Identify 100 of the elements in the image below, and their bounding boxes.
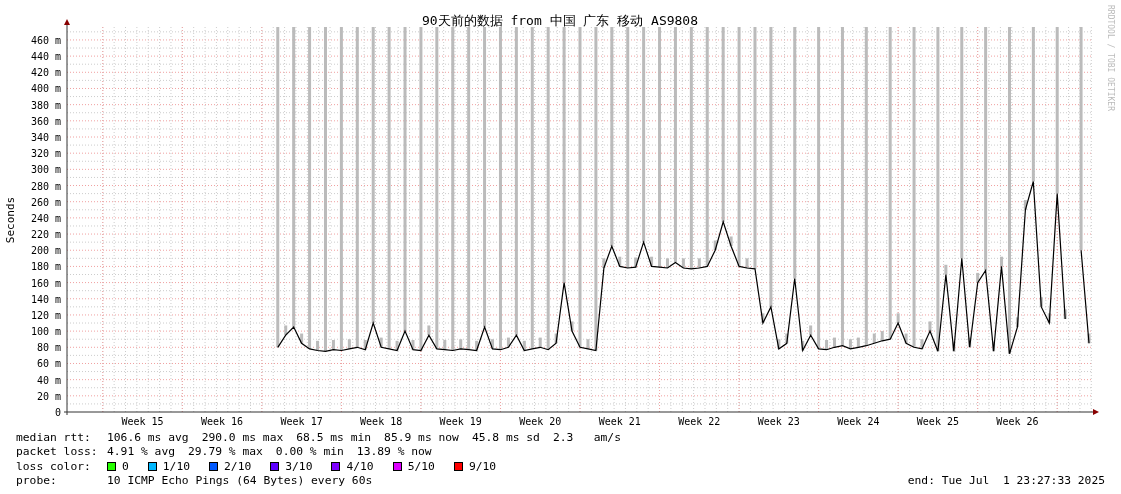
x-tick-label: Week 17 <box>280 416 323 427</box>
y-tick-label: 140 m <box>30 293 61 305</box>
x-tick-label: Week 24 <box>837 416 880 427</box>
smoke-bar <box>856 337 860 348</box>
smoke-bar <box>554 333 558 344</box>
y-tick-label: 420 m <box>30 67 61 79</box>
smoke-bar <box>1087 333 1091 344</box>
y-tick-label: 200 m <box>30 245 61 257</box>
swatch-label: 0 <box>122 459 129 474</box>
smoke-bar <box>284 325 288 336</box>
smoke-bar <box>666 258 669 269</box>
x-tick-label: Week 21 <box>598 416 641 427</box>
y-tick-label: 340 m <box>30 132 61 143</box>
smoke-bar <box>848 339 852 349</box>
smoke-bar <box>522 340 526 351</box>
stat-value: 106.6 ms avg <box>107 431 189 446</box>
smoke-bar <box>904 333 908 344</box>
legend-label: loss color: <box>16 459 92 474</box>
x-tick-label: Week 16 <box>201 416 244 427</box>
smoke-bar <box>395 340 399 351</box>
x-tick-label: Week 22 <box>678 416 721 427</box>
y-tick-label: 160 m <box>30 277 61 289</box>
y-tick-label: 380 m <box>30 99 61 111</box>
stat-value: 13.89 % now <box>356 445 432 460</box>
y-tick-label: 440 m <box>30 51 61 63</box>
y-tick-label: 60 m <box>36 358 61 370</box>
smoke-bar <box>538 337 542 348</box>
smoke-bar <box>1023 200 1027 210</box>
smoke-bar <box>650 256 654 267</box>
watermark-text: RRDTOOL / TOBI OETIKER <box>1106 5 1115 111</box>
smoke-bar <box>506 337 510 348</box>
x-tick-label: Week 20 <box>519 416 562 427</box>
y-tick-label: 460 m <box>30 34 61 46</box>
smoke-bar <box>586 339 590 349</box>
legend-label: packet loss: <box>16 445 94 460</box>
smoke-bar <box>928 321 932 332</box>
x-tick-label: Week 19 <box>439 416 482 427</box>
y-tick-label: 220 m <box>30 229 61 241</box>
smoke-bar <box>920 339 924 349</box>
stat-value: 290.0 ms max <box>201 431 284 446</box>
x-tick-label: Week 26 <box>996 416 1039 427</box>
smoke-bar <box>300 333 304 344</box>
smoke-bar <box>745 258 749 269</box>
x-tick-label: Week 15 <box>121 416 164 427</box>
smoke-bar <box>363 340 367 350</box>
stat-value: 68.5 ms min <box>296 431 372 446</box>
chart-title: 90天前的数据 from 中国 广东 移动 AS9808 <box>421 13 699 28</box>
y-tick-label: 280 m <box>30 180 61 192</box>
smoke-bar <box>761 313 765 324</box>
swatch-label: 2/10 <box>224 459 252 474</box>
y-tick-label: 0 <box>54 407 61 418</box>
smoke-bar <box>785 333 789 344</box>
smoke-bar <box>976 272 980 283</box>
smoke-bar <box>992 341 996 352</box>
swatch-label: 9/10 <box>468 459 497 474</box>
smoke-bar <box>459 339 463 349</box>
smoke-bar <box>570 321 574 332</box>
smoke-bar <box>443 340 447 350</box>
smoke-bar <box>809 325 813 336</box>
smoke-bar <box>729 236 733 247</box>
smoke-bar <box>491 339 494 349</box>
y-tick-label: 400 m <box>30 83 61 95</box>
smoke-bar <box>331 340 335 350</box>
smoke-bar <box>825 340 829 350</box>
smoke-bar <box>618 256 622 267</box>
smoke-bar <box>634 257 638 268</box>
smoke-bar <box>379 337 383 348</box>
stat-value: 4.91 % avg <box>107 445 175 460</box>
stat-value: 85.9 ms now <box>384 431 459 446</box>
legend-label: probe: <box>16 473 58 489</box>
probe-description: 10 ICMP Echo Pings (64 Bytes) every 60s <box>107 473 373 489</box>
stat-value: 45.8 ms sd <box>471 431 540 446</box>
smoke-bar <box>411 340 415 350</box>
smoke-bar <box>880 331 884 341</box>
smoke-bar <box>713 240 717 251</box>
smoke-bar <box>872 333 876 344</box>
legend-label: median rtt: <box>16 431 92 446</box>
smoke-bar <box>347 339 351 349</box>
smoke-bar <box>1063 309 1067 319</box>
smoke-bar <box>602 258 606 269</box>
y-axis-title: Seconds <box>4 196 17 244</box>
smoke-bar <box>316 340 320 351</box>
smoke-bar <box>801 340 805 351</box>
y-tick-label: 40 m <box>36 374 61 386</box>
smoke-bar <box>833 337 836 348</box>
y-tick-label: 120 m <box>30 309 61 321</box>
y-tick-label: 300 m <box>30 164 61 176</box>
smoke-bar <box>1000 256 1004 267</box>
end-time: end: Tue Jul 1 23:27:33 2025 <box>907 473 1105 489</box>
smoke-bar <box>896 313 900 324</box>
y-tick-label: 260 m <box>30 196 61 208</box>
x-tick-label: Week 25 <box>916 416 959 427</box>
smoke-bar <box>681 258 685 269</box>
smoke-bar <box>475 340 479 351</box>
swatch-label: 5/10 <box>407 459 435 474</box>
smoke-bar <box>697 258 701 269</box>
stat-value: 29.79 % max <box>188 445 263 460</box>
smoke-bar <box>1015 317 1019 328</box>
x-tick-label: Week 18 <box>360 416 403 427</box>
y-tick-label: 180 m <box>30 261 61 273</box>
